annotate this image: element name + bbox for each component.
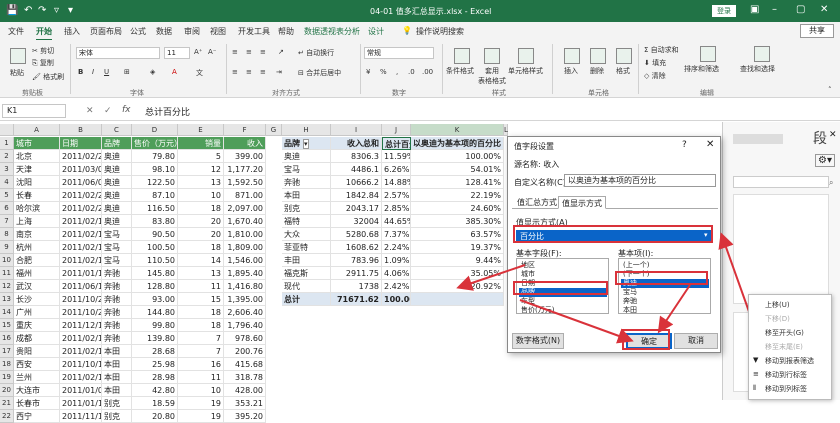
- arrow-to-ok-left: [519, 299, 634, 344]
- menu-move-up[interactable]: 上移(U): [765, 300, 790, 310]
- annotation-arrows: [456, 232, 753, 344]
- arrow-to-ok-right: [657, 284, 691, 334]
- columns-icon: ⫴: [753, 384, 756, 392]
- row-header[interactable]: 22: [0, 410, 14, 423]
- menu-move-to-report-filter[interactable]: 移动到报表筛选: [765, 356, 814, 366]
- menu-move-to-column-labels[interactable]: 移动到列标签: [765, 384, 807, 394]
- table-cell[interactable]: 别克: [102, 410, 132, 423]
- field-context-menu: 上移(U) 下移(D) 移至开头(G) 移至末尾(E) ▼ 移动到报表筛选 ≡ …: [748, 294, 832, 400]
- table-cell[interactable]: 2011/11/15: [60, 410, 102, 423]
- table-cell[interactable]: 395.20: [224, 410, 266, 423]
- menu-move-to-end[interactable]: 移至末尾(E): [765, 342, 803, 352]
- menu-move-to-beginning[interactable]: 移至开头(G): [765, 328, 804, 338]
- menu-move-to-row-labels[interactable]: 移动到行标签: [765, 370, 807, 380]
- menu-move-down[interactable]: 下移(D): [765, 314, 790, 324]
- filter-icon: ▼: [753, 356, 759, 364]
- rows-icon: ≡: [753, 370, 759, 378]
- table-cell[interactable]: 20.80: [132, 410, 178, 423]
- table-cell[interactable]: 西宁: [14, 410, 60, 423]
- arrow-to-pivot: [456, 264, 526, 291]
- table-cell[interactable]: 19: [178, 410, 224, 423]
